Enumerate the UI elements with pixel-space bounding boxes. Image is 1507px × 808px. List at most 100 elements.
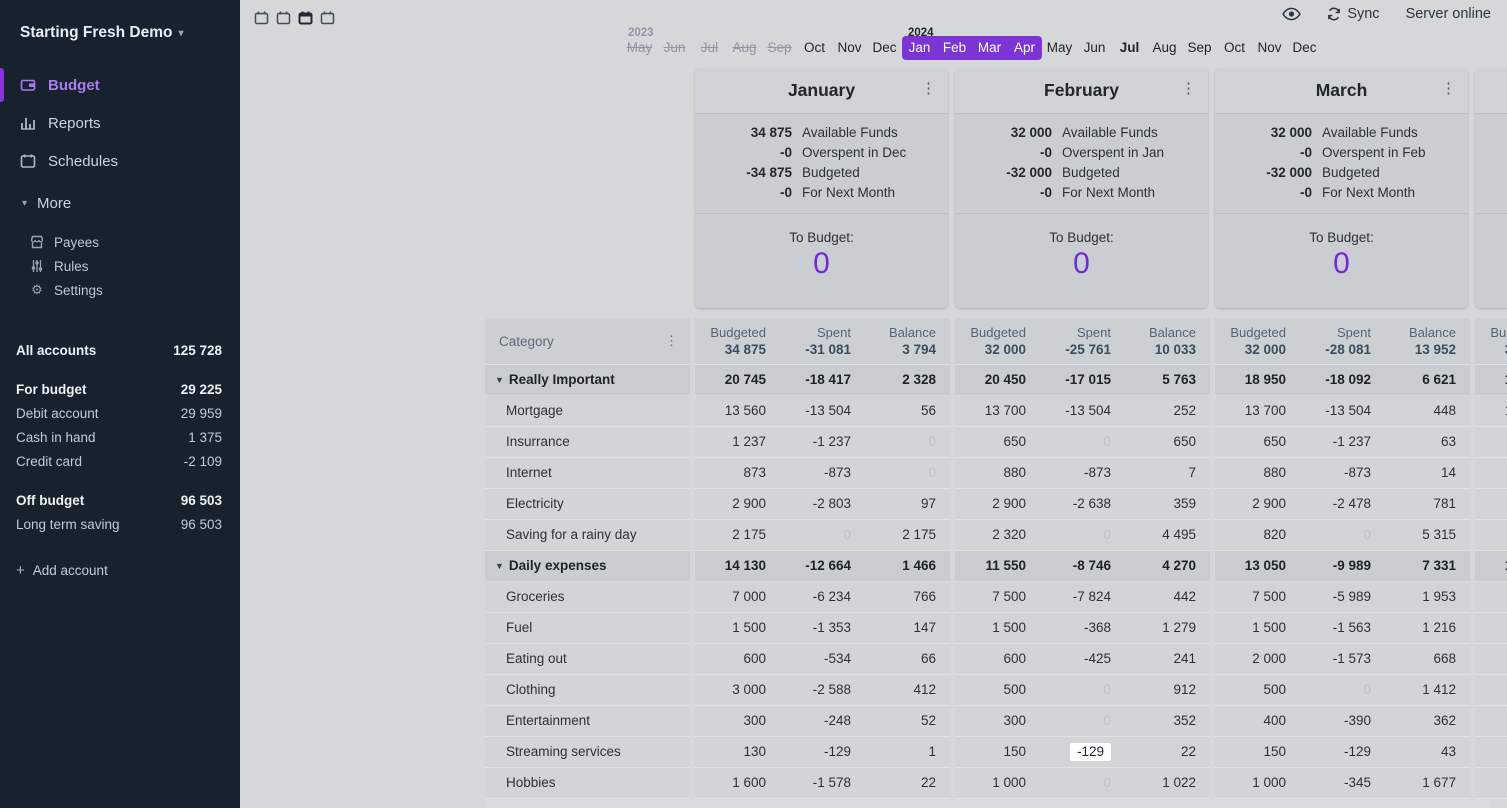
budgeted-cell[interactable]: 130: [695, 737, 780, 768]
account-row[interactable]: All accounts125 728: [0, 338, 240, 362]
balance-cell[interactable]: 1 677: [1385, 768, 1470, 799]
budgeted-cell[interactable]: 150: [1475, 737, 1507, 768]
budgeted-cell[interactable]: 13 560: [695, 396, 780, 427]
calendar-icon[interactable]: [296, 8, 314, 26]
balance-cell[interactable]: 5 763: [1125, 365, 1210, 396]
spent-cell[interactable]: 0: [1300, 675, 1385, 706]
spent-cell[interactable]: -18 092: [1300, 365, 1385, 396]
category-name[interactable]: Mortgage: [485, 396, 690, 427]
budget-file-selector[interactable]: Starting Fresh Demo ▾: [0, 0, 240, 42]
spent-cell[interactable]: -1 237: [780, 427, 865, 458]
timeline-month[interactable]: Aug: [1147, 36, 1182, 60]
balance-cell[interactable]: 147: [865, 613, 950, 644]
budgeted-cell[interactable]: 880: [1475, 458, 1507, 489]
sidebar-item-schedules[interactable]: Schedules: [0, 142, 240, 180]
month-card-title[interactable]: March: [1316, 80, 1368, 101]
timeline-month[interactable]: Mar: [972, 36, 1007, 60]
category-name[interactable]: Entertainment: [485, 706, 690, 737]
budgeted-cell[interactable]: 7 000: [695, 582, 780, 613]
spent-cell[interactable]: -2 588: [780, 675, 865, 706]
budgeted-cell[interactable]: 2 900: [955, 489, 1040, 520]
budgeted-cell[interactable]: 150: [1215, 737, 1300, 768]
account-row[interactable]: Cash in hand1 375: [0, 425, 240, 449]
budgeted-cell[interactable]: 13 700: [955, 396, 1040, 427]
spent-cell[interactable]: -248: [780, 706, 865, 737]
spent-cell[interactable]: -129: [780, 737, 865, 768]
budgeted-cell[interactable]: 13 050: [1215, 551, 1300, 582]
balance-cell[interactable]: 97: [865, 489, 950, 520]
sidebar-item-payees[interactable]: Payees: [0, 230, 240, 254]
balance-cell[interactable]: 448: [1385, 396, 1470, 427]
account-row[interactable]: Debit account29 959: [0, 401, 240, 425]
timeline-month[interactable]: Oct: [797, 36, 832, 60]
spent-cell[interactable]: -345: [1300, 768, 1385, 799]
budgeted-cell[interactable]: 150: [955, 737, 1040, 768]
category-name[interactable]: Hobbies: [485, 768, 690, 799]
timeline-month[interactable]: Dec: [867, 36, 902, 60]
server-status-button[interactable]: Server online: [1406, 6, 1491, 22]
account-row[interactable]: Long term saving96 503: [0, 512, 240, 536]
budgeted-cell[interactable]: 1 237: [695, 427, 780, 458]
account-row[interactable]: Credit card-2 109: [0, 449, 240, 473]
balance-cell[interactable]: 56: [865, 396, 950, 427]
budgeted-cell[interactable]: 500: [1215, 675, 1300, 706]
spent-cell[interactable]: 0: [1040, 520, 1125, 551]
calendar-icon[interactable]: [318, 8, 336, 26]
budgeted-cell[interactable]: 650: [1215, 427, 1300, 458]
budgeted-cell[interactable]: 20 745: [695, 365, 780, 396]
balance-cell[interactable]: 912: [1125, 675, 1210, 706]
add-account-button[interactable]: + Add account: [0, 558, 240, 582]
balance-cell[interactable]: 22: [1125, 737, 1210, 768]
budgeted-cell[interactable]: 1 600: [695, 768, 780, 799]
spent-cell[interactable]: -5 989: [1300, 582, 1385, 613]
privacy-eye-button[interactable]: [1282, 7, 1301, 21]
category-name[interactable]: Streaming services: [485, 737, 690, 768]
spent-cell[interactable]: -13 504: [1040, 396, 1125, 427]
timeline-month[interactable]: May: [1042, 36, 1077, 60]
balance-cell[interactable]: 650: [1125, 427, 1210, 458]
budgeted-cell[interactable]: 1 000: [955, 768, 1040, 799]
spent-cell[interactable]: -2 803: [780, 489, 865, 520]
budgeted-cell[interactable]: 500: [955, 675, 1040, 706]
budgeted-cell[interactable]: 13 550: [1475, 551, 1507, 582]
timeline-month[interactable]: Nov: [1252, 36, 1287, 60]
budgeted-cell[interactable]: 820: [1215, 520, 1300, 551]
balance-cell[interactable]: 7 331: [1385, 551, 1470, 582]
spent-cell[interactable]: -534: [780, 644, 865, 675]
timeline-month[interactable]: Nov: [832, 36, 867, 60]
calendar-icon[interactable]: [252, 8, 270, 26]
category-name[interactable]: Electricity: [485, 489, 690, 520]
category-name[interactable]: ▼Really Important: [485, 365, 690, 396]
timeline-month[interactable]: Jan2024: [902, 36, 937, 60]
budgeted-cell[interactable]: 2 900: [1215, 489, 1300, 520]
timeline-month[interactable]: Apr: [1007, 36, 1042, 60]
spent-cell[interactable]: -13 504: [780, 396, 865, 427]
spent-cell[interactable]: -6 234: [780, 582, 865, 613]
balance-cell[interactable]: 766: [865, 582, 950, 613]
account-row[interactable]: Off budget96 503: [0, 488, 240, 512]
category-name[interactable]: Groceries: [485, 582, 690, 613]
timeline-month[interactable]: Oct: [1217, 36, 1252, 60]
account-row[interactable]: For budget29 225: [0, 377, 240, 401]
timeline-month[interactable]: Sep: [762, 36, 797, 60]
category-menu-icon[interactable]: ⋮: [665, 333, 678, 349]
spent-cell[interactable]: -8 746: [1040, 551, 1125, 582]
calendar-icon[interactable]: [274, 8, 292, 26]
timeline-month[interactable]: Aug: [727, 36, 762, 60]
budgeted-cell[interactable]: 880: [955, 458, 1040, 489]
timeline-month[interactable]: Jul: [692, 36, 727, 60]
balance-cell[interactable]: 252: [1125, 396, 1210, 427]
spent-cell[interactable]: -1 578: [780, 768, 865, 799]
budgeted-cell[interactable]: 2 000: [1215, 644, 1300, 675]
balance-cell[interactable]: 781: [1385, 489, 1470, 520]
budgeted-cell[interactable]: 1 500: [1215, 613, 1300, 644]
spent-cell[interactable]: -1 573: [1300, 644, 1385, 675]
budgeted-cell[interactable]: 300: [955, 706, 1040, 737]
spent-cell[interactable]: 0: [1040, 768, 1125, 799]
spent-cell[interactable]: -129: [1040, 737, 1125, 768]
category-name[interactable]: Insurrance: [485, 427, 690, 458]
sync-button[interactable]: Sync: [1327, 6, 1379, 22]
budgeted-cell[interactable]: 400: [1215, 706, 1300, 737]
spent-cell[interactable]: 0: [1040, 675, 1125, 706]
budgeted-cell[interactable]: 500: [1475, 644, 1507, 675]
